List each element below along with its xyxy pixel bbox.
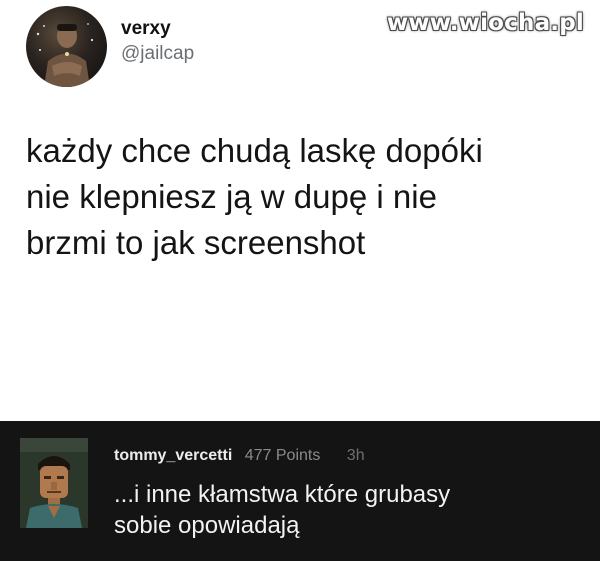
- tweet-author-header: verxy @jailcap: [26, 6, 194, 87]
- comment-panel: tommy_vercetti 477 Points 3h ...i inne k…: [0, 421, 600, 561]
- tweet-author-names: verxy @jailcap: [121, 18, 194, 66]
- comment-timestamp: 3h: [346, 447, 365, 464]
- comment-text-line: sobie opowiadają: [114, 512, 300, 539]
- comment-meta: tommy_vercetti 477 Points 3h: [114, 447, 365, 465]
- comment-points: 477 Points: [244, 447, 321, 464]
- tweet-handle[interactable]: @jailcap: [121, 42, 194, 66]
- site-watermark: www.wiocha.pl: [386, 10, 584, 36]
- comment-author-avatar[interactable]: [20, 438, 88, 528]
- tweet-display-name[interactable]: verxy: [121, 18, 194, 40]
- tweet-text-line: brzmi to jak screenshot: [26, 224, 366, 261]
- tweet-text-line: każdy chce chudą laskę dopóki: [26, 132, 483, 169]
- tweet-body: każdy chce chudą laskę dopóki nie klepni…: [26, 128, 586, 266]
- tweet-author-avatar[interactable]: [26, 6, 107, 87]
- comment-text-line: ...i inne kłamstwa które grubasy: [114, 481, 451, 508]
- avatar-game-character-icon: [20, 438, 88, 528]
- comment-body: ...i inne kłamstwa które grubasy sobie o…: [114, 479, 584, 541]
- meme-screenshot: www.wiocha.pl verxy @jailcap każdy chce …: [0, 0, 600, 561]
- avatar-portrait-icon: [36, 23, 94, 87]
- tweet-text-line: nie klepniesz ją w dupę i nie: [26, 178, 437, 215]
- comment-username[interactable]: tommy_vercetti: [114, 447, 232, 464]
